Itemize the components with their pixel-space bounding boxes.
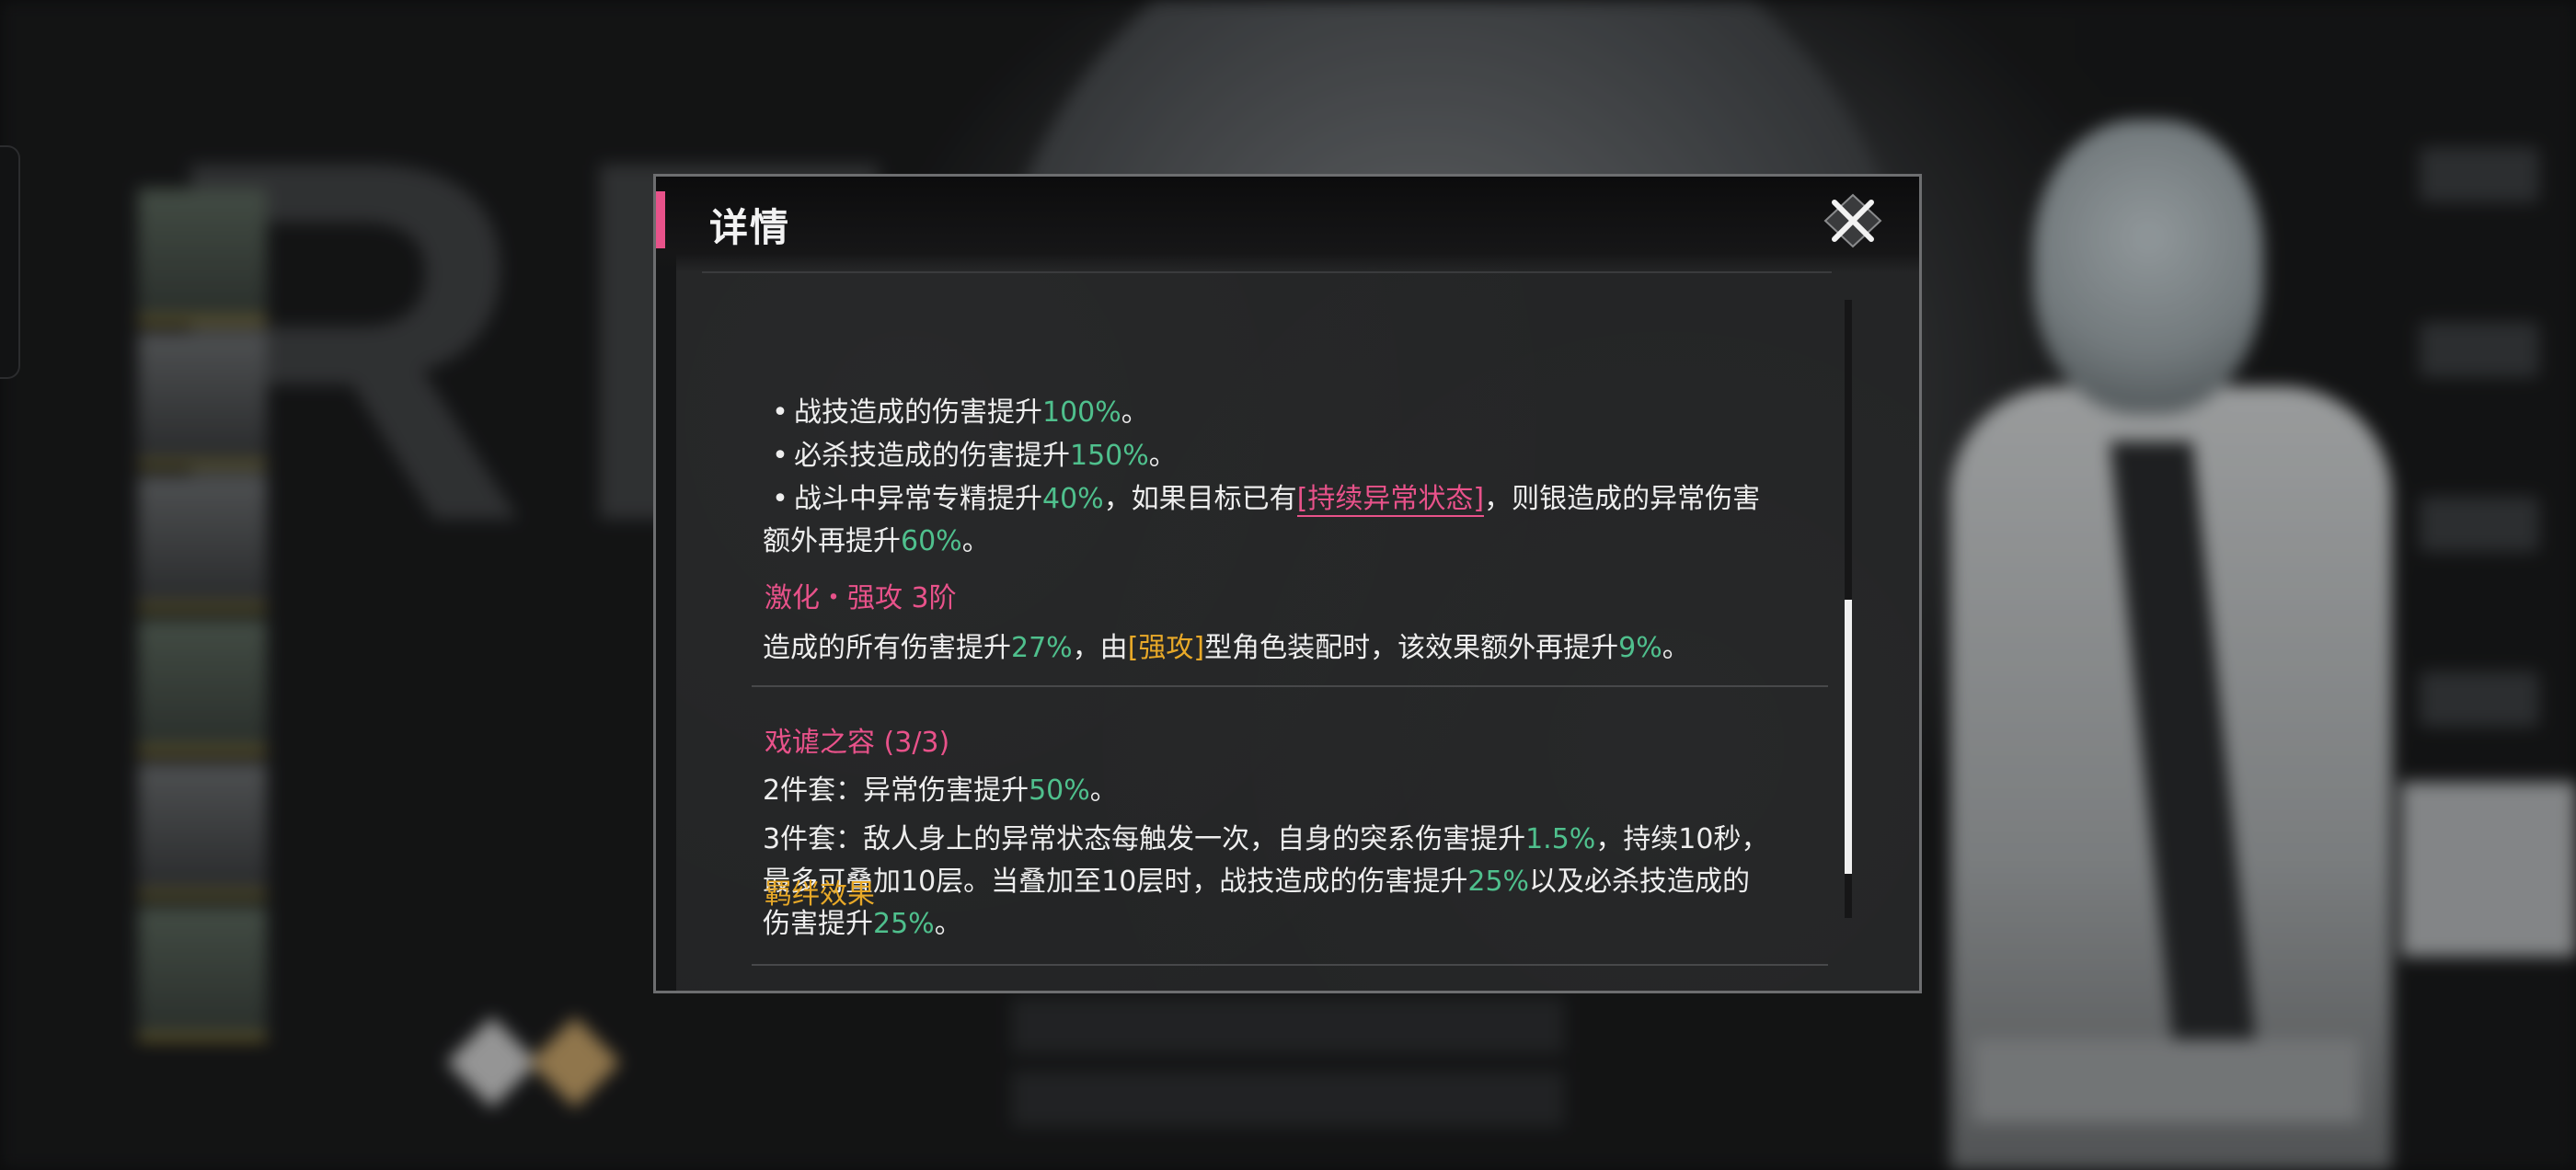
bullet: • — [772, 440, 788, 472]
set-three-piece-line-1: 3件套：敌人身上的异常状态每触发一次，自身的突系伤害提升1.5%，持续10秒， — [763, 819, 1769, 861]
dialog-title: 详情 — [709, 205, 791, 250]
line-text: 战技造成的伤害提升 — [794, 396, 1042, 429]
value-highlight: 27% — [1011, 632, 1073, 664]
scrollbar-thumb[interactable] — [1845, 600, 1852, 874]
bond-title: 羁绊效果 — [765, 878, 875, 911]
keyword-tag: [强攻] — [1127, 632, 1205, 664]
line-text: 3件套：敌人身上的异常状态每触发一次，自身的突系伤害提升 — [763, 823, 1526, 855]
bullet: • — [772, 396, 788, 429]
line-text: 必杀技造成的伤害提升 — [794, 440, 1070, 472]
value-highlight: 60% — [901, 525, 962, 557]
line-text: ，如果目标已有 — [1103, 483, 1297, 515]
left-edge-tab — [0, 145, 20, 379]
line-text: ，由 — [1072, 632, 1128, 664]
details-scroll-area[interactable]: • 战技造成的伤害提升100%。 • 必杀技造成的伤害提升150%。 • 战斗中异常专… — [656, 276, 1852, 975]
line-text: 。 — [1089, 774, 1118, 807]
value-highlight: 100% — [1042, 396, 1121, 429]
enhance-description: 造成的所有伤害提升27%，由[强攻]型角色装配时，该效果额外再提升9%。 — [763, 627, 1690, 670]
title-accent-bar — [656, 191, 665, 248]
enhance-title: 激化・强攻 3阶 — [765, 582, 957, 614]
line-text: 。 — [1148, 440, 1177, 472]
value-highlight: 150% — [1070, 440, 1149, 472]
close-x-icon — [1823, 193, 1882, 248]
close-button[interactable] — [1818, 191, 1888, 250]
line-text: 型角色装配时，该效果额外再提升 — [1204, 632, 1619, 664]
set-two-piece: 2件套：异常伤害提升50%。 — [763, 770, 1118, 812]
skill-line-4: 额外再提升60%。 — [763, 521, 990, 563]
value-highlight: 50% — [1029, 774, 1090, 807]
line-text: 战斗中异常专精提升 — [794, 483, 1042, 515]
set-three-piece-line-2: 最多可叠加10层。当叠加至10层时，战技造成的伤害提升25%以及必杀技造成的 — [763, 861, 1750, 903]
line-text: 额外再提升 — [763, 525, 901, 557]
line-text: 。 — [1662, 632, 1690, 664]
line-text: ，持续10秒， — [1595, 823, 1769, 855]
value-highlight: 25% — [1467, 866, 1530, 898]
value-highlight: 1.5% — [1525, 823, 1596, 855]
line-text: ，则银造成的异常伤害 — [1484, 483, 1761, 515]
screen: RE 详情 • 战技造成的伤害提升100%。 • 必杀技造成的伤害提升150%。… — [0, 0, 2576, 1170]
details-dialog: 详情 • 战技造成的伤害提升100%。 • 必杀技造成的伤害提升150%。 • 战斗中… — [653, 174, 1922, 993]
keyword-link[interactable]: [持续异常状态] — [1296, 483, 1485, 517]
line-text: 2件套：异常伤害提升 — [763, 774, 1029, 807]
value-highlight: 9% — [1618, 632, 1662, 664]
skill-line-3: • 战斗中异常专精提升40%，如果目标已有[持续异常状态]，则银造成的异常伤害 — [766, 478, 1760, 521]
skill-line-1: • 战技造成的伤害提升100%。 — [766, 392, 1149, 434]
line-text: 。 — [1121, 396, 1149, 429]
skill-line-2: • 必杀技造成的伤害提升150%。 — [766, 435, 1177, 477]
section-divider — [752, 685, 1828, 687]
line-text: 以及必杀技造成的 — [1529, 866, 1751, 898]
value-highlight: 25% — [873, 908, 935, 940]
dialog-header: 详情 — [656, 177, 1919, 272]
line-text: 造成的所有伤害提升 — [763, 632, 1011, 664]
header-divider — [702, 271, 1832, 273]
set-title: 戏谑之容 (3/3) — [765, 727, 950, 759]
line-text: 。 — [961, 525, 990, 557]
section-divider — [752, 964, 1828, 966]
line-text: 。 — [934, 908, 962, 940]
value-highlight: 40% — [1042, 483, 1104, 515]
bullet: • — [772, 483, 788, 515]
